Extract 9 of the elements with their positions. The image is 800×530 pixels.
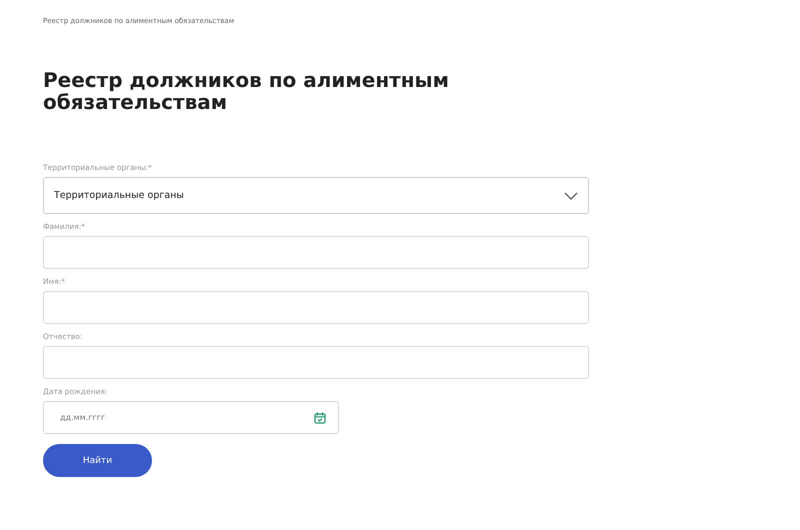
- input-field[interactable]: [43, 291, 589, 324]
- input-field[interactable]: [43, 346, 589, 379]
- date-field[interactable]: дд.мм.гггг: [43, 401, 339, 434]
- input-field[interactable]: [43, 236, 589, 269]
- calendar-icon[interactable]: [314, 412, 326, 424]
- search-button[interactable]: Найти: [43, 444, 152, 477]
- page-title: Реестр должников по алиментным обязательствам: [43, 69, 450, 113]
- dropdown[interactable]: Территориальные органы: [43, 177, 589, 214]
- chevron-icon: [564, 192, 578, 200]
